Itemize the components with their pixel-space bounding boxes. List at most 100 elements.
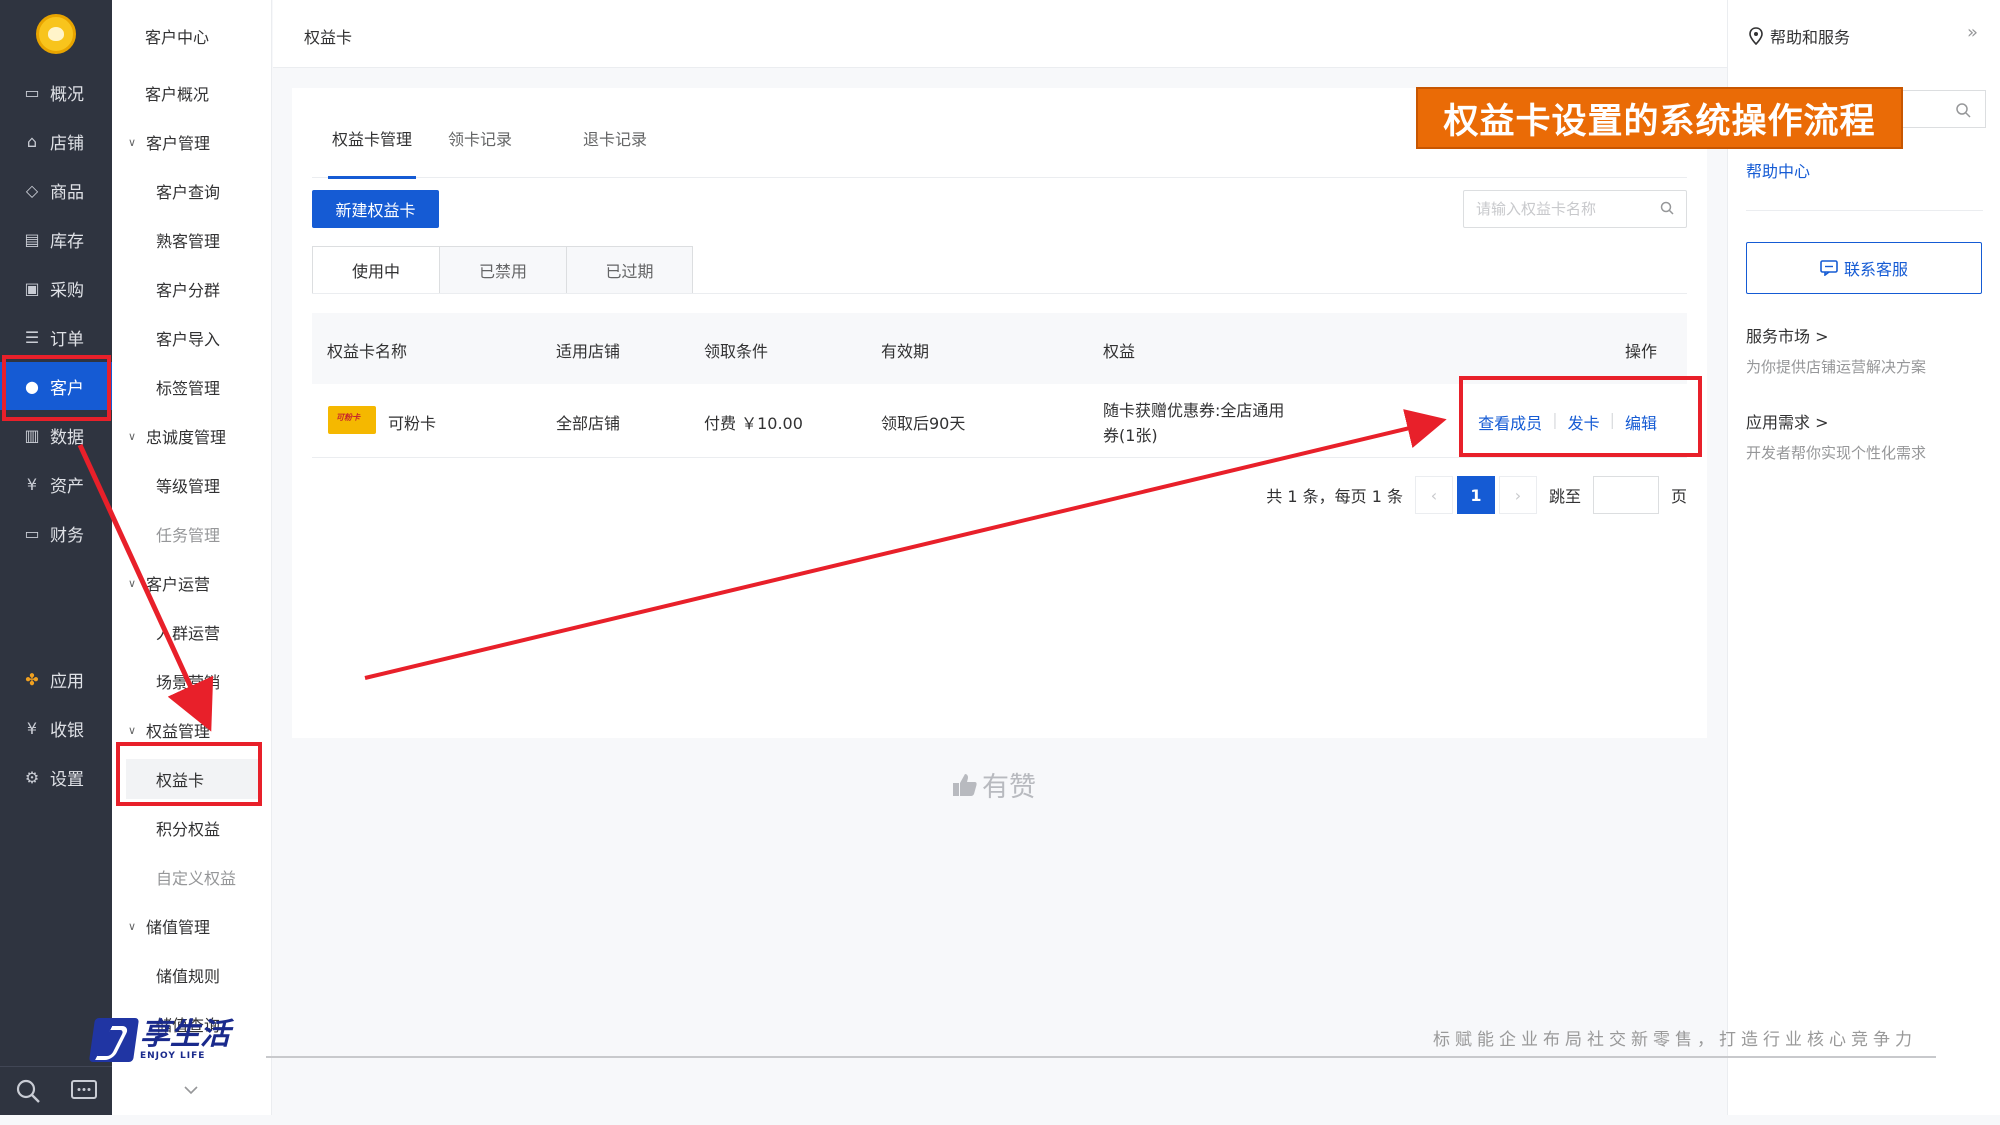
inventory-icon: ▤ [24, 229, 40, 249]
col-header-actions: 操作 [1624, 342, 1657, 361]
nav-item-order[interactable]: ☰ 订单 [0, 313, 112, 361]
subnav-item-overview[interactable]: 客户概况 [112, 73, 271, 113]
subnav-item-tags[interactable]: 标签管理 [112, 367, 271, 407]
sub-nav: 客户中心 客户概况 ∨ 客户管理 客户查询 熟客管理 客户分群 客户导入 标签管理… [112, 0, 272, 1115]
card-search-box [1463, 190, 1687, 228]
subnav-group-loyalty[interactable]: ∨ 忠诚度管理 [112, 416, 271, 456]
tab-claim-records[interactable]: 领卡记录 [448, 126, 512, 178]
subnav-item-custom-benefit[interactable]: 自定义权益 [112, 857, 271, 897]
status-tab-disabled[interactable]: 已禁用 [439, 246, 566, 294]
page-header: 权益卡 [273, 0, 1727, 68]
subnav-item-import[interactable]: 客户导入 [112, 318, 271, 358]
message-icon[interactable] [70, 1079, 98, 1103]
status-tab-active[interactable]: 使用中 [312, 246, 439, 294]
search-icon[interactable] [1660, 201, 1674, 215]
subnav-group-operations[interactable]: ∨ 客户运营 [112, 563, 271, 603]
pagination: 共 1 条，每页 1 条 ‹ 1 › 跳至 页 [1266, 476, 1687, 514]
nav-item-goods[interactable]: ◇ 商品 [0, 166, 112, 214]
card-thumbnail: 可粉卡 [328, 406, 376, 434]
highlight-customer-nav [2, 355, 111, 421]
nav-item-store[interactable]: ⌂ 店铺 [0, 117, 112, 165]
app-requests-link[interactable]: 应用需求 > [1746, 409, 1829, 433]
help-divider [1746, 210, 1983, 211]
tab-card-management[interactable]: 权益卡管理 [327, 126, 417, 179]
subnav-item-crowd-ops[interactable]: 人群运营 [112, 612, 271, 652]
footer-rule [266, 1056, 1936, 1058]
page-button-1[interactable]: 1 [1456, 476, 1495, 514]
nav-item-inventory[interactable]: ▤ 库存 [0, 215, 112, 263]
service-market-link[interactable]: 服务市场 > [1746, 323, 1829, 347]
subnav-item-segments[interactable]: 客户分群 [112, 269, 271, 309]
jump-label: 跳至 [1548, 487, 1581, 506]
card-store: 全部店铺 [556, 414, 621, 433]
chevron-down-icon: ∨ [128, 135, 137, 149]
nav-item-cashier[interactable]: ¥ 收银 [0, 704, 112, 752]
help-panel: 帮助和服务 » 帮助中心 联系客服 服务市场 > 为你提供店铺运营解决方案 应用… [1727, 0, 2000, 1115]
card-name: 可粉卡 [388, 414, 437, 433]
nav-item-finance[interactable]: ▭ 财务 [0, 509, 112, 557]
card-benefit: 随卡获赠优惠券:全店通用 券(1张) [1103, 401, 1285, 445]
col-header-condition: 领取条件 [704, 342, 769, 361]
chevron-down-icon: ∨ [128, 429, 137, 443]
chart-icon: ▥ [24, 425, 40, 445]
nav-bottom-bar [0, 1066, 112, 1115]
next-page-button[interactable]: › [1498, 476, 1537, 514]
nav-item-settings[interactable]: ⚙ 设置 [0, 753, 112, 801]
subnav-item-tasks[interactable]: 任务管理 [112, 514, 271, 554]
annotation-banner: 权益卡设置的系统操作流程 [1416, 87, 1903, 149]
new-benefit-card-button[interactable]: 新建权益卡 [312, 190, 439, 228]
nav-item-apps[interactable]: ✤ 应用 [0, 655, 112, 703]
subnav-group-customer-mgmt[interactable]: ∨ 客户管理 [112, 122, 271, 162]
brand-mark [88, 1018, 140, 1062]
shop-logo[interactable] [36, 14, 76, 54]
nav-item-assets[interactable]: ¥ 资产 [0, 460, 112, 508]
card-condition: 付费 ￥10.00 [704, 414, 803, 433]
wallet-icon: ▭ [24, 523, 40, 543]
search-icon [1956, 103, 1971, 118]
chevron-down-icon: ∨ [128, 919, 137, 933]
tab-return-records[interactable]: 退卡记录 [583, 126, 647, 178]
collapse-panel-icon[interactable]: » [1967, 22, 1978, 43]
main-nav: ▭ 概况 ⌂ 店铺 ◇ 商品 ▤ 库存 ▣ 采购 ☰ 订单 ● 客户 ▥ 数据 ¥ 资产 ▭ 财务 … [0, 0, 112, 1115]
help-center-link[interactable]: 帮助中心 [1746, 158, 1810, 182]
help-title: 帮助和服务 [1748, 24, 1850, 48]
subnav-item-customer-query[interactable]: 客户查询 [112, 171, 271, 211]
order-icon: ☰ [24, 327, 40, 347]
app-requests-desc: 开发者帮你实现个性化需求 [1746, 444, 1927, 462]
chevron-left-icon: ‹ [1430, 485, 1438, 505]
subnav-item-levels[interactable]: 等级管理 [112, 465, 271, 505]
enjoy-life-logo: 享生活 ENJOY LIFE [88, 1018, 230, 1062]
cashier-icon: ¥ [26, 718, 38, 738]
location-pin-icon [1749, 27, 1763, 45]
nav-item-purchase[interactable]: ▣ 采购 [0, 264, 112, 312]
prev-page-button[interactable]: ‹ [1414, 476, 1453, 514]
highlight-row-actions [1459, 376, 1702, 457]
slogan-text: 标赋能企业布局社交新零售，打造行业核心竞争力 [1433, 1030, 1917, 1050]
apps-icon: ✤ [25, 669, 39, 689]
subnav-group-stored-value[interactable]: ∨ 储值管理 [112, 906, 271, 946]
subnav-item-scene-marketing[interactable]: 场景营销 [112, 661, 271, 701]
col-header-name: 权益卡名称 [327, 342, 408, 361]
subnav-title: 客户中心 [145, 28, 210, 47]
status-tab-expired[interactable]: 已过期 [566, 246, 693, 294]
chevron-down-icon: ∨ [128, 723, 137, 737]
chevron-down-icon[interactable] [183, 1082, 199, 1098]
chat-bubble-icon [1820, 260, 1838, 276]
search-icon[interactable] [15, 1078, 41, 1104]
page-unit-label: 页 [1670, 487, 1687, 506]
subnav-item-regulars[interactable]: 熟客管理 [112, 220, 271, 260]
help-search-box[interactable] [1902, 90, 1986, 128]
nav-item-overview[interactable]: ▭ 概况 [0, 68, 112, 116]
page-title: 权益卡 [304, 28, 353, 47]
subnav-item-stored-rules[interactable]: 储值规则 [112, 955, 271, 995]
jump-page-input[interactable] [1592, 476, 1659, 514]
thumbs-up-icon [953, 773, 977, 796]
status-segment: 使用中 已禁用 已过期 [312, 246, 693, 294]
card-search-input[interactable] [1464, 191, 1644, 227]
table-header: 权益卡名称 适用店铺 领取条件 有效期 权益 操作 [312, 313, 1687, 384]
tag-icon: ◇ [25, 180, 39, 200]
subnav-item-points-benefit[interactable]: 积分权益 [112, 808, 271, 848]
col-header-store: 适用店铺 [556, 342, 621, 361]
contact-support-button[interactable]: 联系客服 [1746, 242, 1982, 294]
gear-icon: ⚙ [24, 767, 40, 787]
